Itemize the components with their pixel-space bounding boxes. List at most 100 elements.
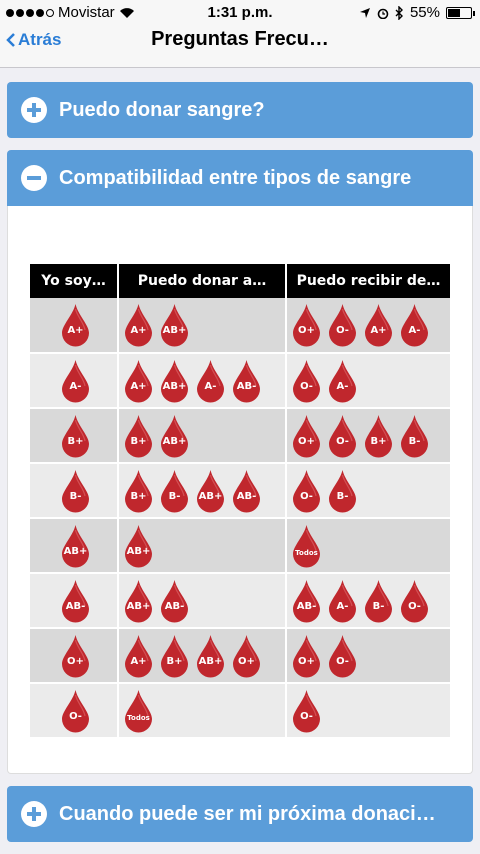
column-header: Puedo donar a… xyxy=(118,264,287,298)
minus-circle-icon xyxy=(21,165,47,191)
faq-content: Puedo donar sangre? Compatibilidad entre… xyxy=(0,68,480,854)
blood-drop-icon: O- xyxy=(399,579,430,623)
blood-type-label: B- xyxy=(336,490,349,502)
blood-drop-icon: AB+ xyxy=(159,303,190,347)
blood-type-label: AB- xyxy=(236,490,257,502)
cell-yo-soy: B+ xyxy=(30,408,119,464)
cell-puedo-recibir: O+ O- xyxy=(286,628,450,684)
blood-type-label: O+ xyxy=(67,655,84,667)
blood-type-label: AB- xyxy=(164,600,185,612)
blood-drop-icon: B- xyxy=(363,579,394,623)
blood-type-group: AB- xyxy=(34,579,117,623)
cell-puedo-recibir: O+ O- B+ B- xyxy=(286,408,450,464)
table-row: A+ A+ AB+ O+ O- A+ A- xyxy=(30,298,450,354)
blood-drop-icon: B+ xyxy=(123,469,154,513)
blood-type-label: AB- xyxy=(65,600,86,612)
blood-type-label: A+ xyxy=(130,655,147,667)
blood-drop-icon: O- xyxy=(291,689,322,733)
table-row: O+ A+ B+ AB+ O+ O+ O- xyxy=(30,628,450,684)
blood-type-group: B+ B- AB+ AB- xyxy=(123,469,285,513)
accordion-header-compatibilidad[interactable]: Compatibilidad entre tipos de sangre xyxy=(7,150,473,206)
blood-type-group: AB+ xyxy=(34,524,117,568)
status-right: 55% xyxy=(359,4,475,21)
blood-type-group: B+ xyxy=(34,414,117,458)
cell-puedo-donar: A+ B+ AB+ O+ xyxy=(118,628,287,684)
compatibility-table: Yo soy… Puedo donar a… Puedo recibir de…… xyxy=(30,264,450,739)
blood-drop-icon: AB+ xyxy=(195,469,226,513)
blood-type-label: B+ xyxy=(130,490,147,502)
bluetooth-icon xyxy=(395,5,403,20)
cell-yo-soy: AB+ xyxy=(30,518,119,574)
alarm-icon xyxy=(377,8,389,19)
blood-type-group: O+ O- A+ A- xyxy=(291,303,450,347)
blood-type-group: O+ O- xyxy=(291,634,450,678)
blood-drop-icon: AB- xyxy=(231,359,262,403)
plus-circle-icon xyxy=(21,801,47,827)
blood-type-label: O- xyxy=(300,490,313,502)
blood-type-group: O- A- xyxy=(291,359,450,403)
cell-puedo-donar: B+ B- AB+ AB- xyxy=(118,463,287,519)
plus-circle-icon xyxy=(21,97,47,123)
blood-drop-icon: B+ xyxy=(363,414,394,458)
cell-puedo-donar: A+ AB+ xyxy=(118,298,287,354)
blood-drop-icon: AB+ xyxy=(159,359,190,403)
accordion-header-proxima-donacion[interactable]: Cuando puede ser mi próxima donaci… xyxy=(7,786,473,842)
blood-type-label: O- xyxy=(69,710,82,722)
table-row: AB+ AB+ Todos xyxy=(30,518,450,574)
blood-drop-icon: A+ xyxy=(123,359,154,403)
blood-type-label: O- xyxy=(300,710,313,722)
blood-type-group: A+ AB+ xyxy=(123,303,285,347)
blood-drop-icon: Todos xyxy=(123,689,154,733)
blood-type-label: AB+ xyxy=(162,325,187,336)
cell-puedo-donar: B+ AB+ xyxy=(118,408,287,464)
table-row: B- B+ B- AB+ AB- O- B- xyxy=(30,463,450,519)
blood-type-label: B+ xyxy=(370,435,387,447)
cell-puedo-donar: A+ AB+ A- AB- xyxy=(118,353,287,409)
blood-drop-icon: A+ xyxy=(123,303,154,347)
blood-type-group: A+ AB+ A- AB- xyxy=(123,359,285,403)
blood-drop-icon: AB+ xyxy=(159,414,190,458)
blood-type-label: B+ xyxy=(130,435,147,447)
blood-drop-icon: AB- xyxy=(60,579,91,623)
blood-type-group: Todos xyxy=(291,524,450,568)
blood-drop-icon: AB+ xyxy=(195,634,226,678)
blood-type-label: AB- xyxy=(296,600,317,612)
blood-type-group: O+ O- B+ B- xyxy=(291,414,450,458)
blood-drop-icon: B- xyxy=(60,469,91,513)
blood-type-label: O- xyxy=(408,600,421,612)
blood-type-label: A+ xyxy=(67,325,84,336)
blood-drop-icon: O- xyxy=(327,303,358,347)
blood-drop-icon: A+ xyxy=(363,303,394,347)
blood-type-label: AB+ xyxy=(63,545,88,557)
blood-drop-icon: O+ xyxy=(60,634,91,678)
blood-drop-icon: Todos xyxy=(291,524,322,568)
navigation-bar: Atrás Preguntas Frecu… xyxy=(0,26,480,68)
blood-drop-icon: AB- xyxy=(291,579,322,623)
blood-type-label: AB+ xyxy=(162,435,187,447)
blood-drop-icon: O- xyxy=(327,634,358,678)
blood-drop-icon: AB+ xyxy=(123,579,154,623)
accordion-label: Compatibilidad entre tipos de sangre xyxy=(59,166,412,189)
blood-type-label: B- xyxy=(408,435,421,447)
blood-type-label: Todos xyxy=(127,713,150,722)
blood-type-group: B+ AB+ xyxy=(123,414,285,458)
blood-type-label: Todos xyxy=(295,548,318,557)
blood-type-label: AB- xyxy=(236,380,257,392)
status-bar: Movistar 1:31 p.m. 55% xyxy=(0,0,480,26)
blood-type-label: AB+ xyxy=(126,545,151,557)
blood-drop-icon: A+ xyxy=(60,303,91,347)
table-row: B+ B+ AB+ O+ O- B+ B- xyxy=(30,408,450,464)
blood-type-label: O- xyxy=(336,655,349,667)
column-header: Puedo recibir de… xyxy=(286,264,450,298)
blood-type-group: A+ B+ AB+ O+ xyxy=(123,634,285,678)
blood-type-label: A+ xyxy=(130,380,147,392)
accordion-header-donar[interactable]: Puedo donar sangre? xyxy=(7,82,473,138)
blood-drop-icon: O- xyxy=(291,359,322,403)
blood-drop-icon: B+ xyxy=(60,414,91,458)
blood-type-label: A- xyxy=(204,380,217,392)
blood-drop-icon: A- xyxy=(195,359,226,403)
blood-drop-icon: A- xyxy=(327,359,358,403)
blood-drop-icon: B- xyxy=(327,469,358,513)
cell-puedo-donar: AB+ AB- xyxy=(118,573,287,629)
table-row: AB- AB+ AB- AB- A- B- O- xyxy=(30,573,450,629)
